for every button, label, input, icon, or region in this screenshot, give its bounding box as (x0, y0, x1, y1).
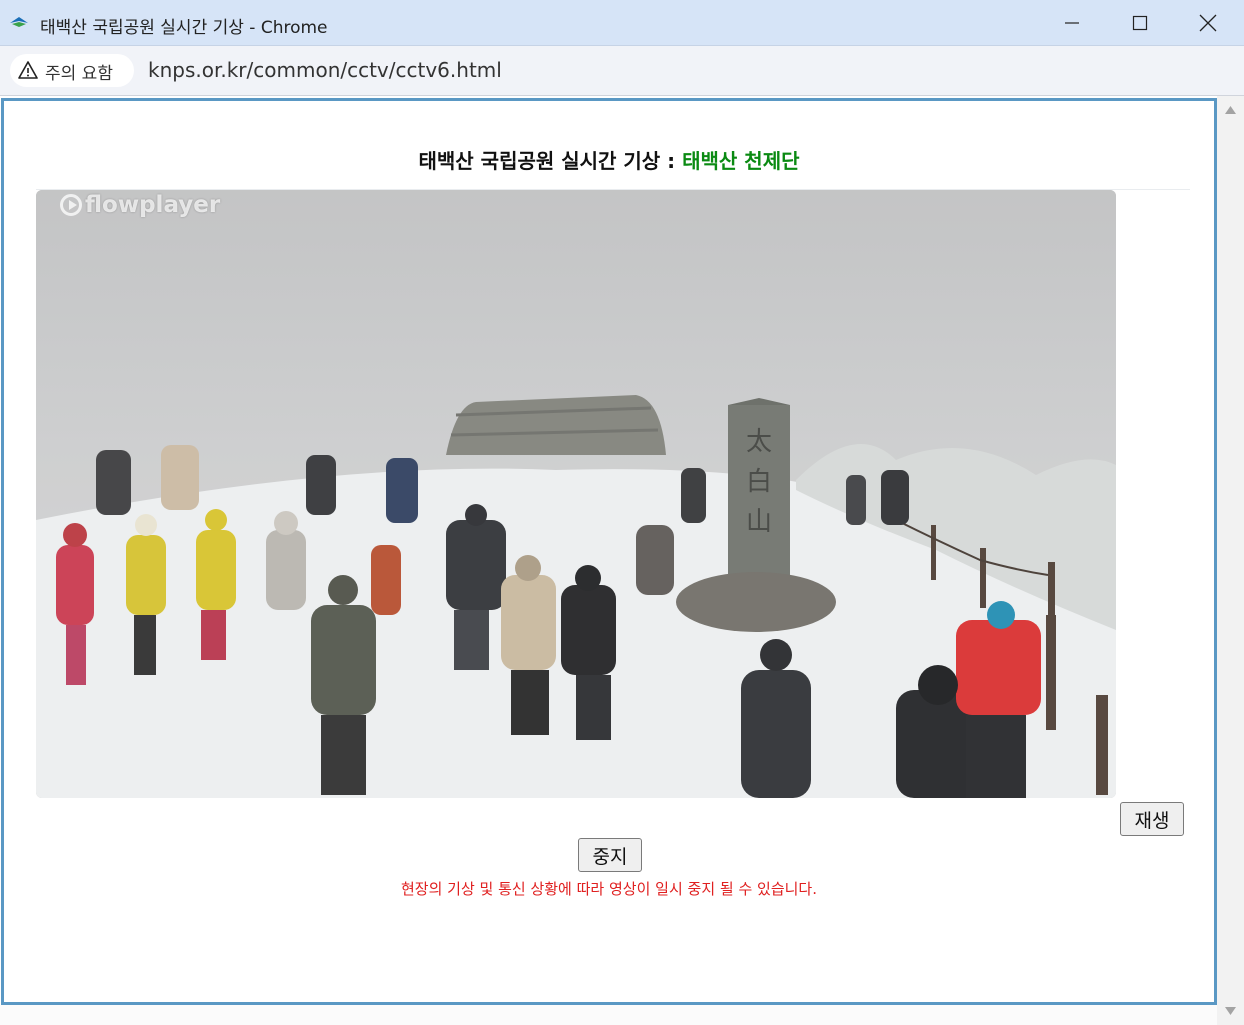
page-title-location: 태백산 천제단 (682, 149, 800, 173)
address-bar: 주의 요함 knps.or.kr/common/cctv/cctv6.html (0, 46, 1244, 96)
page-title: 태백산 국립공원 실시간 기상 : 태백산 천제단 (4, 145, 1214, 174)
security-label: 주의 요함 (45, 64, 113, 84)
maximize-button[interactable] (1106, 0, 1174, 46)
security-indicator[interactable]: 주의 요함 (10, 54, 134, 87)
close-icon (1199, 14, 1217, 32)
mountain-logo-icon (10, 17, 28, 27)
window-title: 태백산 국립공원 실시간 기상 - Chrome (40, 18, 328, 38)
flowplayer-logo-text: flowplayer (85, 192, 221, 218)
minimize-button[interactable] (1038, 0, 1106, 46)
scroll-down-arrow-icon[interactable] (1225, 1007, 1236, 1015)
title-bar: 태백산 국립공원 실시간 기상 - Chrome (0, 0, 1244, 46)
page-frame: 태백산 국립공원 실시간 기상 : 태백산 천제단 太 白 山 flowplay… (1, 98, 1217, 1005)
page-title-prefix: 태백산 국립공원 실시간 기상 : (418, 149, 683, 173)
notice-text: 현장의 기상 및 통신 상황에 따라 영상이 일시 중지 될 수 있습니다. (400, 880, 818, 898)
play-button[interactable]: 재생 (1120, 802, 1184, 836)
cctv-video-player[interactable]: 太 白 山 flowplayer (36, 190, 1116, 798)
page-bottom-strip (0, 1005, 1217, 1025)
minimize-icon (1065, 22, 1079, 24)
flowplayer-logo: flowplayer (60, 192, 220, 218)
maximize-icon (1132, 15, 1148, 31)
cctv-video-frame: 太 白 山 (36, 190, 1116, 798)
scroll-up-arrow-icon[interactable] (1225, 106, 1236, 114)
play-circle-icon (60, 194, 82, 216)
vertical-scrollbar[interactable] (1217, 96, 1244, 1025)
stop-button[interactable]: 중지 (578, 838, 642, 872)
close-button[interactable] (1174, 0, 1242, 46)
warning-icon (18, 61, 38, 79)
url-text[interactable]: knps.or.kr/common/cctv/cctv6.html (148, 58, 502, 82)
